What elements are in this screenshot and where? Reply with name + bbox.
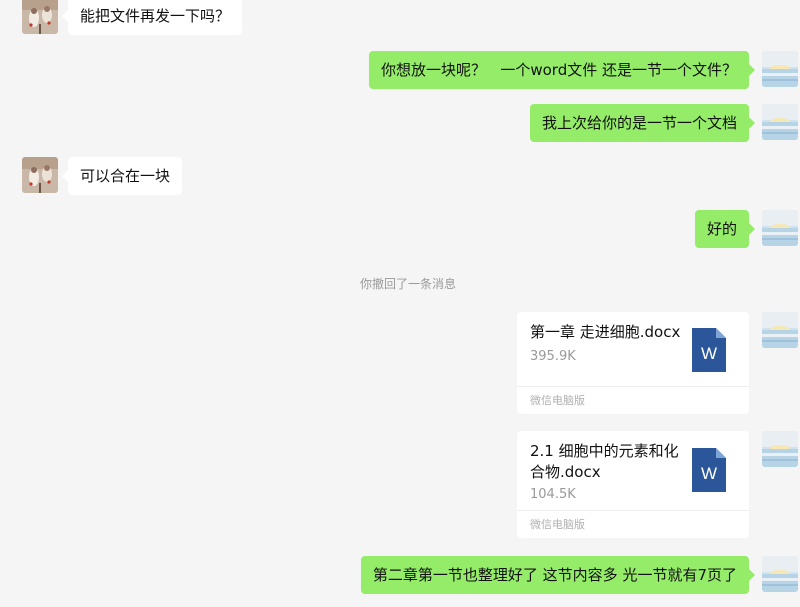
my-avatar[interactable] (762, 51, 798, 87)
my-avatar[interactable] (762, 104, 798, 140)
my-avatar[interactable] (762, 312, 798, 348)
word-doc-icon: W (692, 328, 726, 372)
file-name: 2.1 细胞中的元素和化合物.docx (530, 442, 679, 481)
file-message[interactable]: 2.1 细胞中的元素和化合物.docx 104.5K W 微信电脑版 (517, 431, 749, 538)
contact-avatar[interactable] (22, 0, 58, 34)
my-avatar[interactable] (762, 210, 798, 246)
file-size: 104.5K (530, 487, 576, 502)
file-source: 微信电脑版 (517, 510, 749, 538)
my-avatar[interactable] (762, 556, 798, 592)
my-avatar[interactable] (762, 431, 798, 467)
outgoing-message[interactable]: 好的 (694, 210, 756, 248)
outgoing-message[interactable]: 我上次给你的是一节一个文档 (529, 104, 756, 142)
contact-avatar[interactable] (22, 157, 58, 193)
outgoing-message[interactable]: 你想放一块呢？ 一个word文件 还是一节一个文件？ (369, 51, 755, 89)
file-size: 395.9K (530, 349, 576, 364)
file-source: 微信电脑版 (517, 386, 749, 414)
incoming-message[interactable]: 可以合在一块 (61, 157, 183, 195)
outgoing-message[interactable]: 第二章第一节也整理好了 这节内容多 光一节就有7页了 (360, 556, 756, 594)
word-doc-letter: W (701, 464, 717, 483)
file-message[interactable]: 第一章 走进细胞.docx 395.9K W 微信电脑版 (517, 312, 749, 414)
recall-notice: 你撤回了一条消息 (359, 277, 456, 291)
word-doc-icon: W (692, 448, 726, 492)
word-doc-letter: W (701, 344, 717, 363)
file-name: 第一章 走进细胞.docx (530, 323, 681, 341)
incoming-message[interactable]: 能把文件再发一下吗？ (61, 0, 243, 35)
